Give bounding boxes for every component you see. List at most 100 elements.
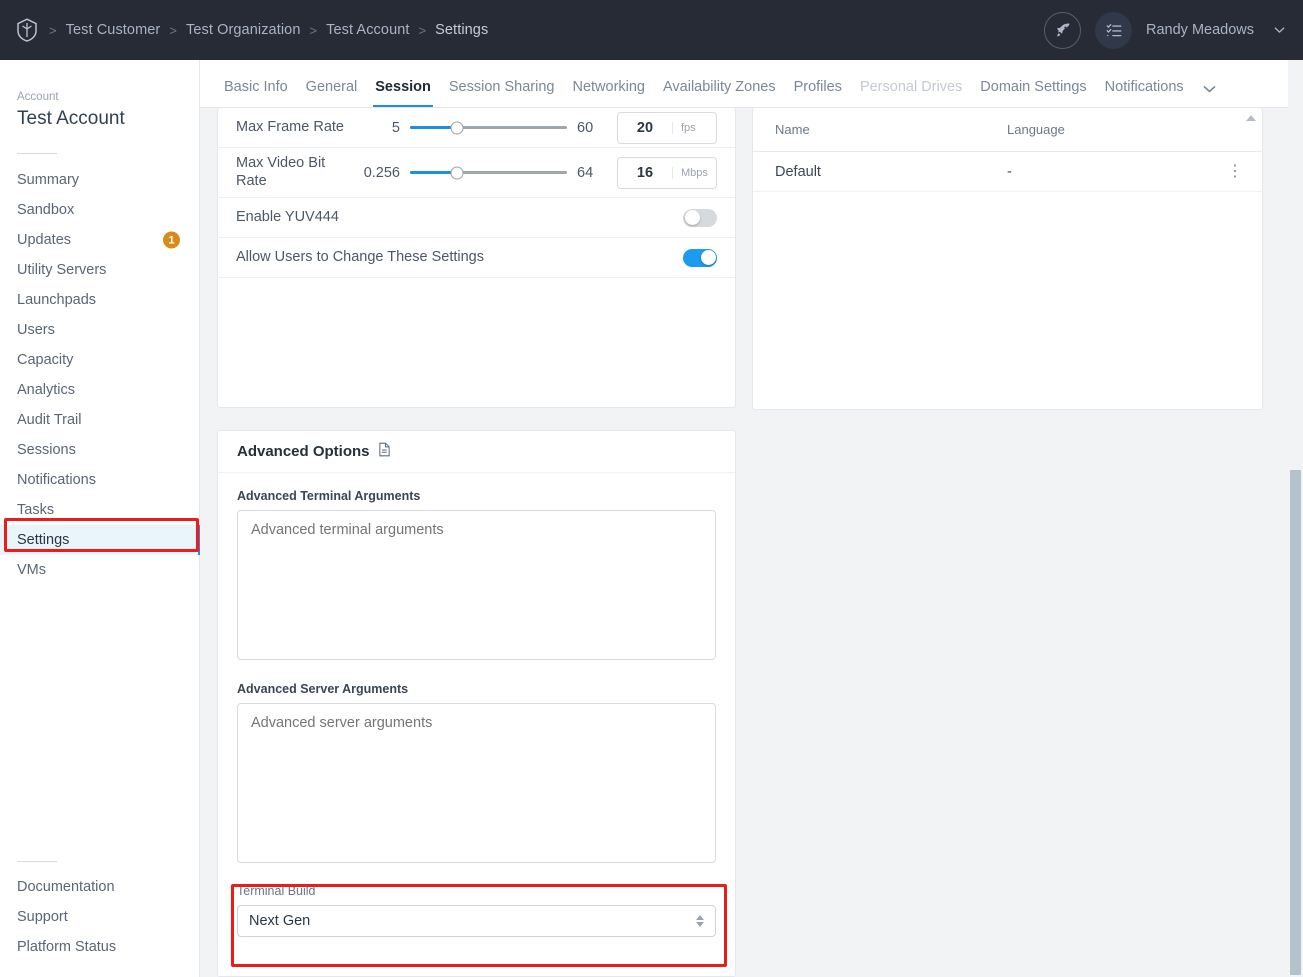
tab-profiles[interactable]: Profiles — [785, 79, 851, 107]
breadcrumb-item-customer[interactable]: Test Customer — [66, 22, 161, 38]
breadcrumb-separator: > — [310, 23, 318, 38]
page-scrollbar-thumb[interactable] — [1290, 470, 1301, 975]
tab-session[interactable]: Session — [366, 79, 440, 107]
sidebar-item-label: Updates — [17, 232, 71, 248]
sidebar-item-utility-servers[interactable]: Utility Servers — [0, 255, 200, 285]
sidebar-account-title: Test Account — [17, 108, 125, 130]
tab-session-sharing[interactable]: Session Sharing — [440, 79, 564, 107]
setting-row-max-frame-rate: Max Frame Rate 5 60 20 fps — [218, 108, 735, 148]
max-video-bit-rate-slider[interactable]: 0.256 64 — [356, 165, 607, 181]
breadcrumb: > Test Customer > Test Organization > Te… — [0, 17, 488, 43]
sidebar-item-label: Analytics — [17, 382, 75, 398]
sidebar-item-analytics[interactable]: Analytics — [0, 375, 200, 405]
slider-min-value: 5 — [356, 120, 400, 136]
tab-networking[interactable]: Networking — [563, 79, 654, 107]
sidebar-item-notifications[interactable]: Notifications — [0, 465, 200, 495]
allow-users-change-label: Allow Users to Change These Settings — [236, 249, 484, 267]
column-header-name: Name — [753, 122, 985, 137]
sidebar-item-label: Capacity — [17, 352, 73, 368]
rocket-icon[interactable] — [1044, 12, 1081, 49]
sidebar-nav: Summary Sandbox Updates 1 Utility Server… — [0, 165, 200, 585]
cell-name: Default — [753, 164, 985, 180]
tab-domain-settings[interactable]: Domain Settings — [971, 79, 1095, 107]
settings-tab-bar: Basic Info General Session Session Shari… — [200, 60, 1303, 108]
max-frame-rate-input[interactable]: 20 fps — [617, 112, 717, 144]
slider-track[interactable] — [410, 171, 567, 174]
sidebar-item-label: Tasks — [17, 502, 54, 518]
sidebar-footer-nav: Documentation Support Platform Status — [0, 872, 200, 962]
slider-knob[interactable] — [451, 121, 464, 134]
sidebar-item-platform-status[interactable]: Platform Status — [0, 932, 200, 962]
table-header-row: Name Language — [753, 108, 1262, 152]
table-row[interactable]: Default - ⋮ — [753, 152, 1262, 192]
sidebar-item-label: Support — [17, 909, 68, 925]
sidebar-item-label: Notifications — [17, 472, 96, 488]
sidebar-item-label: Documentation — [17, 879, 115, 895]
breadcrumb-item-organization[interactable]: Test Organization — [186, 22, 301, 38]
kebab-menu-icon[interactable]: ⋮ — [1227, 164, 1244, 180]
slider-max-value: 60 — [577, 120, 607, 136]
slider-max-value: 64 — [577, 165, 607, 181]
spacer — [237, 665, 716, 682]
tab-basic-info[interactable]: Basic Info — [215, 79, 297, 107]
tab-notifications[interactable]: Notifications — [1096, 79, 1193, 107]
sidebar-item-updates[interactable]: Updates 1 — [0, 225, 200, 255]
column-header-language: Language — [985, 122, 1262, 137]
sidebar-item-label: Sessions — [17, 442, 76, 458]
max-video-bit-rate-input[interactable]: 16 Mbps — [617, 157, 717, 189]
top-navigation-bar: > Test Customer > Test Organization > Te… — [0, 0, 1303, 60]
profiles-table-card: Name Language Default - ⋮ — [752, 108, 1263, 410]
breadcrumb-item-account[interactable]: Test Account — [326, 22, 409, 38]
slider-track[interactable] — [410, 126, 567, 129]
app-root: > Test Customer > Test Organization > Te… — [0, 0, 1303, 977]
enable-yuv444-label: Enable YUV444 — [236, 209, 339, 227]
tab-general[interactable]: General — [297, 79, 367, 107]
sidebar-item-label: Utility Servers — [17, 262, 106, 278]
sidebar-item-audit-trail[interactable]: Audit Trail — [0, 405, 200, 435]
max-frame-rate-value: 20 — [618, 120, 672, 136]
sidebar-item-label: Users — [17, 322, 55, 338]
sidebar-item-sessions[interactable]: Sessions — [0, 435, 200, 465]
enable-yuv444-toggle[interactable] — [683, 209, 717, 227]
topbar-actions: Randy Meadows — [1044, 12, 1303, 49]
scroll-up-arrow-icon[interactable] — [1246, 115, 1256, 121]
breadcrumb-separator: > — [49, 23, 57, 38]
max-video-bit-rate-label: Max Video Bit Rate — [236, 155, 356, 190]
terminal-build-value: Next Gen — [249, 913, 310, 929]
sidebar-item-capacity[interactable]: Capacity — [0, 345, 200, 375]
task-list-icon[interactable] — [1095, 12, 1132, 49]
sidebar: Account Test Account Summary Sandbox Upd… — [0, 60, 200, 977]
sidebar-item-tasks[interactable]: Tasks — [0, 495, 200, 525]
page-scrollbar[interactable] — [1288, 60, 1303, 977]
sidebar-item-label: VMs — [17, 562, 46, 578]
advanced-server-arguments-input[interactable] — [237, 703, 716, 863]
sidebar-item-documentation[interactable]: Documentation — [0, 872, 200, 902]
setting-row-allow-users-change: Allow Users to Change These Settings — [218, 238, 735, 278]
hex-shield-logo-icon[interactable] — [14, 17, 40, 43]
sidebar-item-vms[interactable]: VMs — [0, 555, 200, 585]
terminal-build-select[interactable]: Next Gen — [237, 905, 716, 937]
sidebar-item-users[interactable]: Users — [0, 315, 200, 345]
sidebar-item-summary[interactable]: Summary — [0, 165, 200, 195]
sidebar-item-settings[interactable]: Settings — [0, 525, 200, 555]
document-icon[interactable] — [378, 442, 391, 462]
max-frame-rate-slider[interactable]: 5 60 — [356, 120, 607, 136]
sidebar-item-label: Launchpads — [17, 292, 96, 308]
session-settings-card: Max Frame Rate 5 60 20 fps Max Video Bit… — [217, 108, 736, 408]
max-frame-rate-label: Max Frame Rate — [236, 119, 356, 137]
updown-stepper-icon[interactable] — [696, 915, 704, 927]
sidebar-item-launchpads[interactable]: Launchpads — [0, 285, 200, 315]
advanced-terminal-arguments-input[interactable] — [237, 510, 716, 660]
slider-knob[interactable] — [451, 166, 464, 179]
chevron-down-icon[interactable] — [1274, 23, 1285, 37]
user-menu-name[interactable]: Randy Meadows — [1146, 22, 1254, 38]
allow-users-change-toggle[interactable] — [683, 249, 717, 267]
sidebar-item-sandbox[interactable]: Sandbox — [0, 195, 200, 225]
chevron-down-icon[interactable] — [1193, 82, 1226, 107]
terminal-build-field: Terminal Build Next Gen — [237, 868, 716, 937]
cell-language: - — [985, 164, 1262, 180]
sidebar-item-support[interactable]: Support — [0, 902, 200, 932]
tab-availability-zones[interactable]: Availability Zones — [654, 79, 785, 107]
breadcrumb-item-settings[interactable]: Settings — [435, 22, 488, 38]
slider-min-value: 0.256 — [356, 165, 400, 181]
